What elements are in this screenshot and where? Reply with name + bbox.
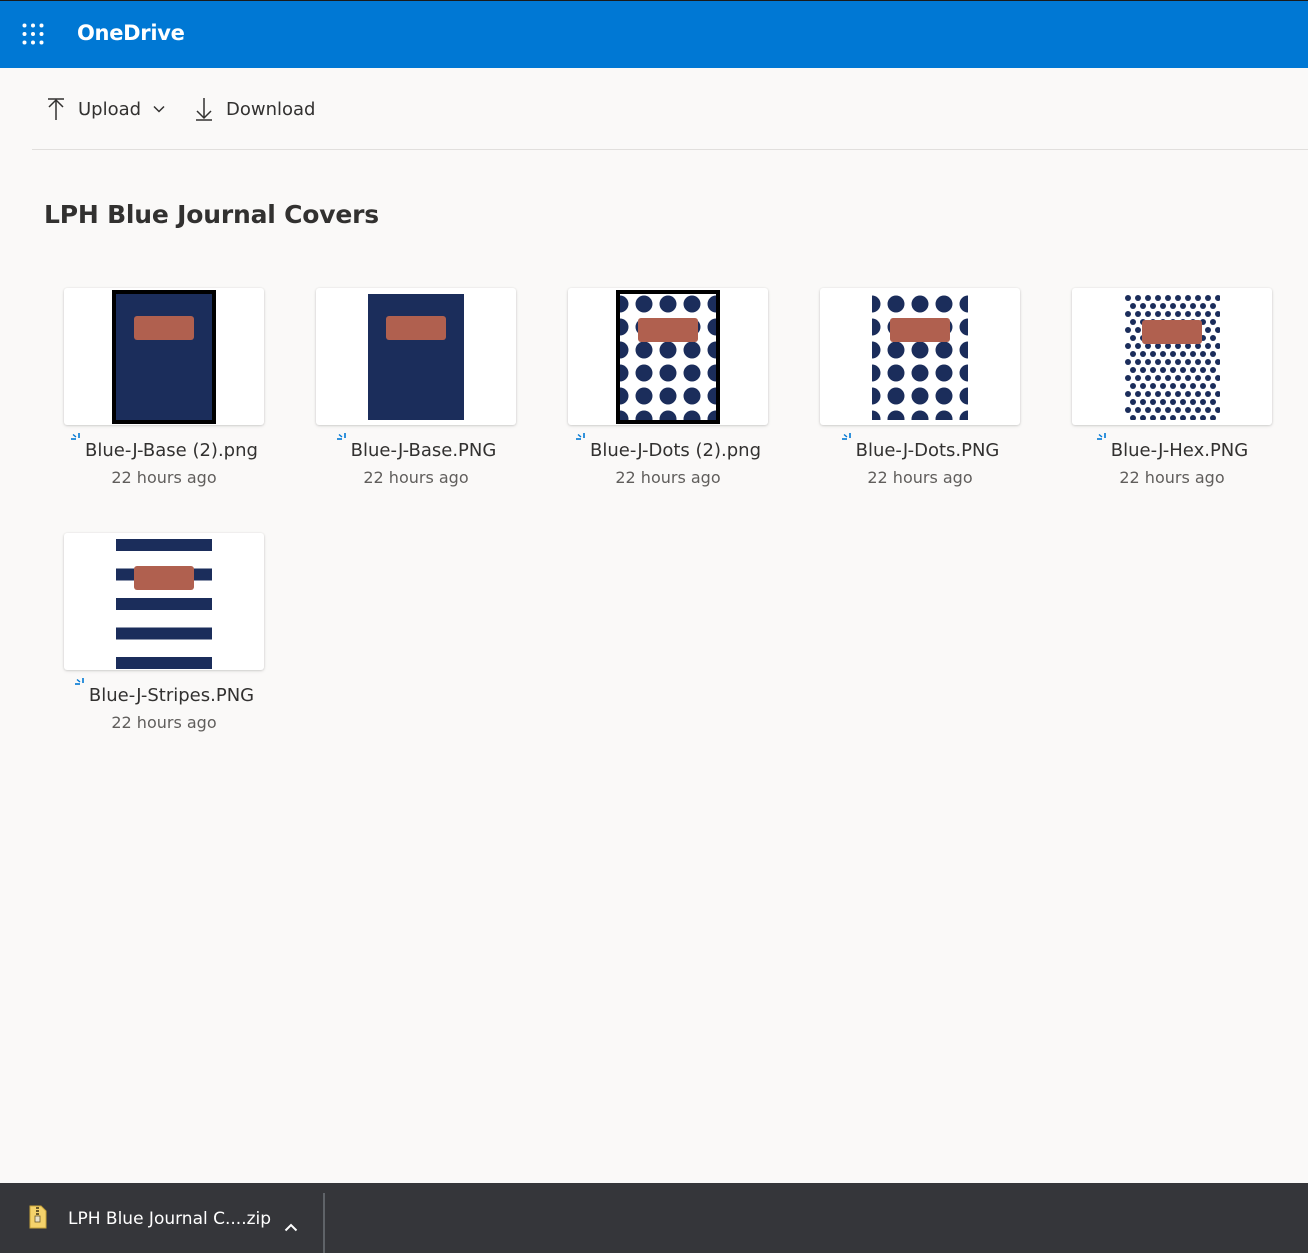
- file-name: Blue-J-Base.PNG: [350, 440, 497, 461]
- shelf-divider: [323, 1193, 325, 1253]
- command-bar-divider: [32, 149, 1308, 150]
- file-modified: 22 hours ago: [1119, 468, 1225, 487]
- file-thumbnail[interactable]: [568, 288, 768, 425]
- download-button[interactable]: Download: [194, 94, 315, 124]
- download-shelf: LPH Blue Journal C....zip: [0, 1183, 1308, 1253]
- sync-pending-icon: [1096, 430, 1110, 451]
- file-thumbnail[interactable]: [1072, 288, 1272, 425]
- command-bar: Upload Download: [0, 68, 1308, 150]
- file-name-row[interactable]: Blue-J-Dots (2).png: [567, 433, 769, 461]
- sync-pending-icon: [70, 430, 84, 451]
- file-name: Blue-J-Dots.PNG: [855, 440, 1000, 461]
- file-thumbnail[interactable]: [64, 533, 264, 670]
- upload-button[interactable]: Upload: [46, 94, 165, 124]
- upload-arrow-icon: [46, 97, 66, 121]
- file-thumbnail[interactable]: [64, 288, 264, 425]
- file-modified: 22 hours ago: [363, 468, 469, 487]
- upload-label: Upload: [78, 98, 142, 120]
- suite-header: OneDrive: [0, 0, 1308, 68]
- sync-pending-icon: [841, 430, 855, 451]
- chevron-up-icon[interactable]: [284, 1217, 298, 1236]
- file-name-row[interactable]: Blue-J-Dots.PNG: [819, 433, 1021, 461]
- file-tile[interactable]: Blue-J-Dots (2).png 22 hours ago: [567, 288, 769, 493]
- file-thumbnail[interactable]: [316, 288, 516, 425]
- file-modified: 22 hours ago: [111, 468, 217, 487]
- file-tile[interactable]: Blue-J-Hex.PNG 22 hours ago: [1071, 288, 1273, 493]
- file-name-row[interactable]: Blue-J-Hex.PNG: [1071, 433, 1273, 461]
- zip-archive-icon: [28, 1205, 48, 1233]
- folder-title: LPH Blue Journal Covers: [44, 200, 379, 229]
- chevron-down-icon[interactable]: [153, 105, 165, 113]
- sync-pending-icon: [336, 430, 350, 451]
- app-name[interactable]: OneDrive: [77, 21, 185, 45]
- file-tile[interactable]: Blue-J-Base (2).png 22 hours ago: [63, 288, 265, 493]
- download-label: Download: [226, 98, 316, 120]
- sync-pending-icon: [74, 675, 88, 696]
- file-name: Blue-J-Hex.PNG: [1110, 440, 1249, 461]
- sync-pending-icon: [575, 430, 589, 451]
- download-arrow-icon: [194, 97, 214, 121]
- file-tile[interactable]: Blue-J-Dots.PNG 22 hours ago: [819, 288, 1021, 493]
- file-name: Blue-J-Dots (2).png: [590, 440, 761, 461]
- file-name: Blue-J-Base (2).png: [85, 440, 258, 461]
- download-item[interactable]: LPH Blue Journal C....zip: [28, 1205, 272, 1233]
- file-name: Blue-J-Stripes.PNG: [88, 685, 255, 706]
- file-tile[interactable]: Blue-J-Base.PNG 22 hours ago: [315, 288, 517, 493]
- download-file-name: LPH Blue Journal C....zip: [68, 1209, 272, 1229]
- file-modified: 22 hours ago: [867, 468, 973, 487]
- file-name-row[interactable]: Blue-J-Base.PNG: [315, 433, 517, 461]
- file-modified: 22 hours ago: [111, 713, 217, 732]
- file-thumbnail[interactable]: [820, 288, 1020, 425]
- file-name-row[interactable]: Blue-J-Base (2).png: [63, 433, 265, 461]
- file-modified: 22 hours ago: [615, 468, 721, 487]
- waffle-icon[interactable]: [22, 23, 44, 45]
- file-tile[interactable]: Blue-J-Stripes.PNG 22 hours ago: [63, 533, 265, 738]
- file-name-row[interactable]: Blue-J-Stripes.PNG: [63, 678, 265, 706]
